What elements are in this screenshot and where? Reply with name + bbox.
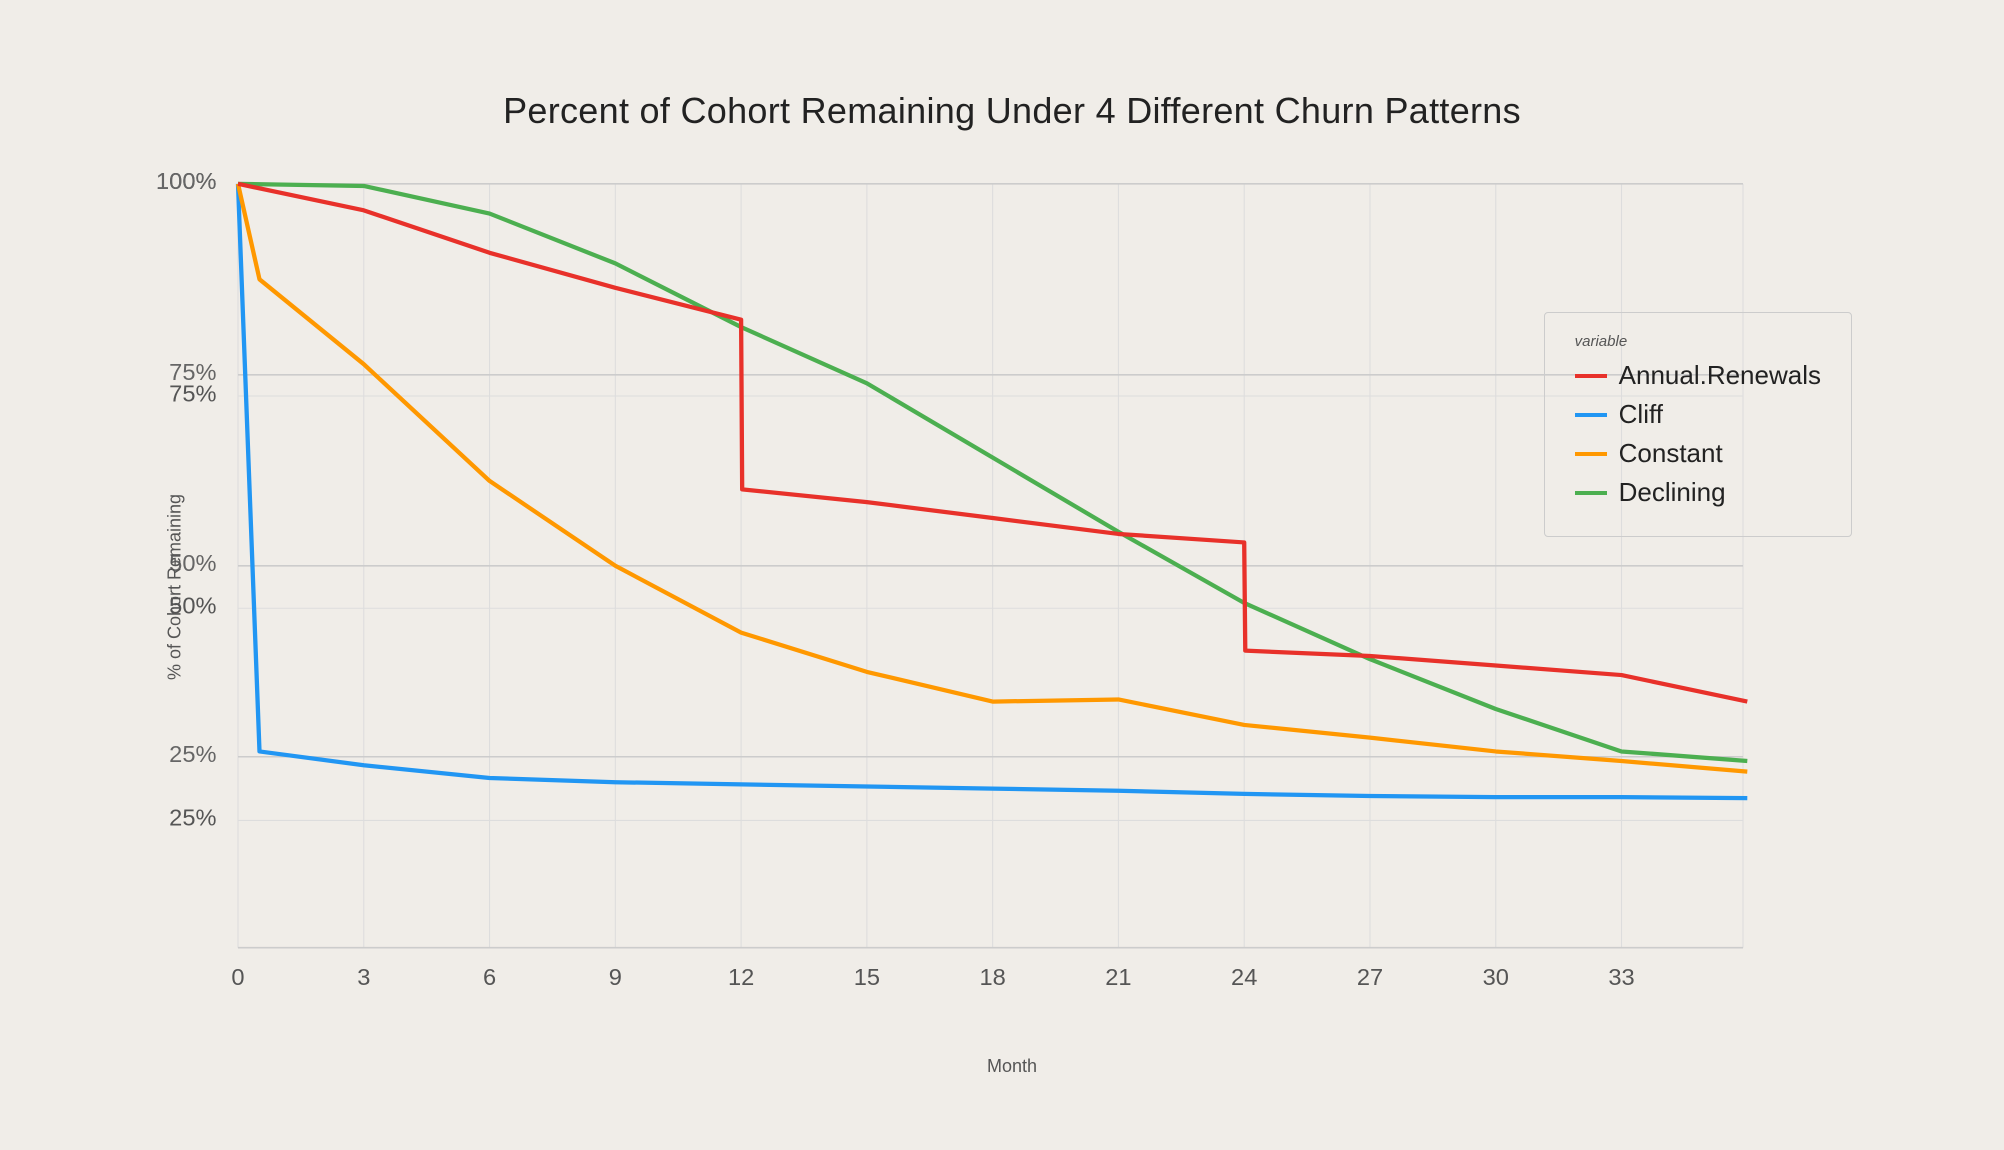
chart-title: Percent of Cohort Remaining Under 4 Diff… [152, 90, 1872, 132]
svg-text:24: 24 [1231, 964, 1257, 990]
svg-text:3: 3 [357, 964, 370, 990]
legend-item-annual: Annual.Renewals [1575, 360, 1821, 391]
constant-legend-label: Constant [1619, 438, 1723, 469]
declining-legend-label: Declining [1619, 477, 1726, 508]
svg-text:9: 9 [609, 964, 622, 990]
svg-text:6: 6 [483, 964, 496, 990]
svg-text:100%: 100% [156, 168, 217, 194]
chart-svg: 100% 75% 50% 25% 0 3 6 9 12 15 18 21 24 … [152, 152, 1872, 1022]
svg-text:33: 33 [1608, 964, 1634, 990]
y-axis-label: % of Cohort Remaining [165, 494, 186, 680]
svg-text:30: 30 [1483, 964, 1509, 990]
cliff-legend-label: Cliff [1619, 399, 1663, 430]
svg-text:15: 15 [854, 964, 880, 990]
legend-item-cliff: Cliff [1575, 399, 1821, 430]
svg-text:21: 21 [1105, 964, 1131, 990]
constant-legend-color [1575, 452, 1607, 456]
legend-title: variable [1575, 333, 1821, 350]
declining-legend-color [1575, 491, 1607, 495]
svg-text:0: 0 [231, 964, 244, 990]
svg-text:25%: 25% [169, 741, 216, 767]
cliff-legend-color [1575, 413, 1607, 417]
annual-renewals-legend-color [1575, 374, 1607, 378]
chart-legend: variable Annual.Renewals Cliff Constant … [1544, 312, 1852, 537]
annual-renewals-legend-label: Annual.Renewals [1619, 360, 1821, 391]
chart-area: % of Cohort Remaining Month [152, 152, 1872, 1022]
svg-text:25%: 25% [169, 805, 216, 831]
chart-container: Percent of Cohort Remaining Under 4 Diff… [52, 50, 1952, 1100]
svg-text:75%: 75% [169, 359, 216, 385]
svg-text:18: 18 [980, 964, 1006, 990]
svg-text:27: 27 [1357, 964, 1383, 990]
legend-item-constant: Constant [1575, 438, 1821, 469]
x-axis-label: Month [987, 1056, 1037, 1077]
svg-text:12: 12 [728, 964, 754, 990]
legend-item-declining: Declining [1575, 477, 1821, 508]
